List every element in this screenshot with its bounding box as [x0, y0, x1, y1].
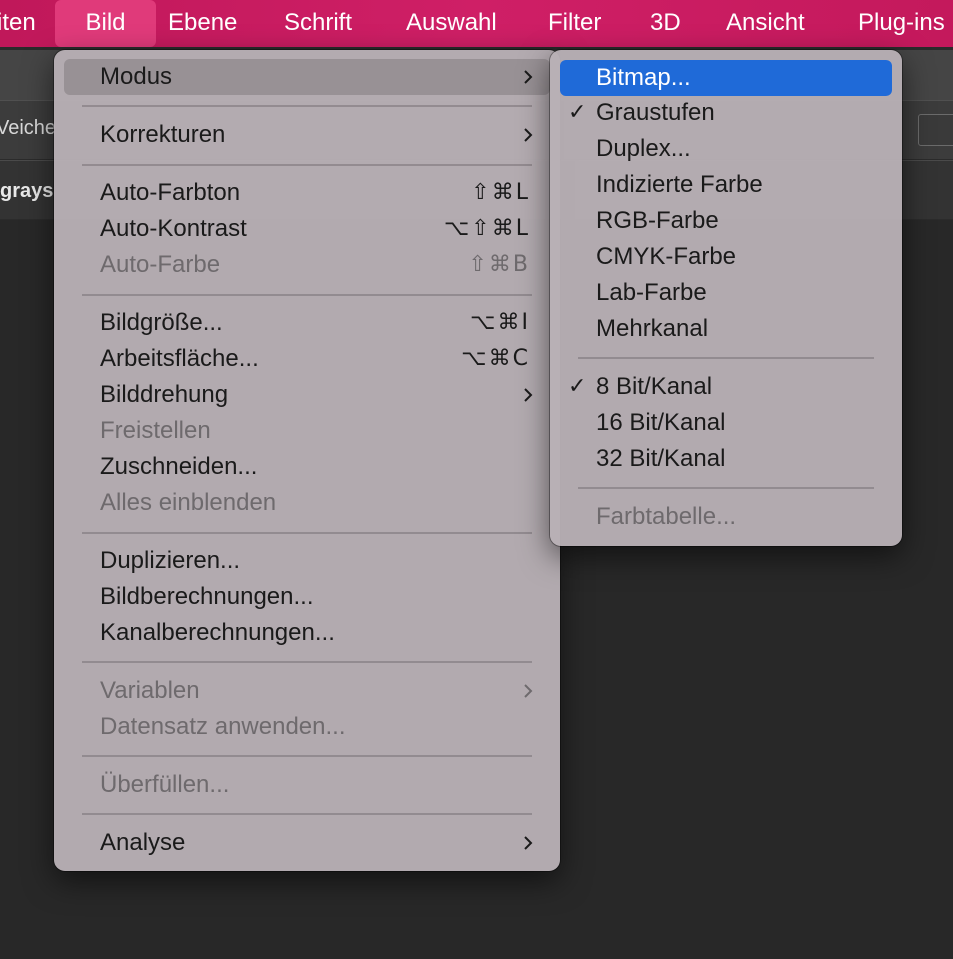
menu-item-label: Bitmap...: [596, 64, 691, 91]
document-tab[interactable]: grays: [0, 180, 53, 203]
menu-item-zuschneiden[interactable]: Zuschneiden...: [64, 449, 550, 485]
shortcut-label: ⌥⇧⌘L: [443, 216, 530, 241]
menu-item-label: Korrekturen: [100, 121, 226, 148]
menu-item-label: 8 Bit/Kanal: [596, 373, 713, 400]
menu-item-duplizieren[interactable]: Duplizieren...: [64, 543, 550, 579]
menu-separator: [578, 357, 874, 359]
menu-item-arbeitsflaeche[interactable]: Arbeitsfläche... ⌥⌘C: [64, 341, 550, 377]
menu-separator: [82, 661, 532, 663]
menu-separator: [82, 813, 532, 815]
menu-item-label: Überfüllen...: [100, 771, 230, 798]
menu-item-label: Arbeitsfläche...: [100, 345, 259, 372]
menu-item-lab-farbe[interactable]: Lab-Farbe: [560, 275, 892, 311]
menu-item-kanalberechnungen[interactable]: Kanalberechnungen...: [64, 615, 550, 651]
menu-bearbeiten[interactable]: iten: [0, 0, 36, 47]
menu-filter[interactable]: Filter: [548, 0, 601, 47]
menu-bar: iten Bild Ebene Schrift Auswahl Filter 3…: [0, 0, 953, 47]
menu-schrift[interactable]: Schrift: [284, 0, 352, 47]
menu-item-label: Mehrkanal: [596, 315, 709, 342]
menu-item-analyse[interactable]: Analyse: [64, 825, 550, 861]
menu-item-label: Farbtabelle...: [596, 503, 737, 530]
menu-plugins[interactable]: Plug-ins: [858, 0, 945, 47]
menu-item-rgb-farbe[interactable]: RGB-Farbe: [560, 203, 892, 239]
menu-item-label: Alles einblenden: [100, 489, 277, 516]
checkmark-icon: ✓: [568, 374, 587, 399]
menu-separator: [82, 532, 532, 534]
menu-separator: [82, 164, 532, 166]
menu-item-label: CMYK-Farbe: [596, 243, 737, 270]
menu-item-korrekturen[interactable]: Korrekturen: [64, 117, 550, 153]
menu-ansicht[interactable]: Ansicht: [726, 0, 805, 47]
menu-item-label: Bildberechnungen...: [100, 583, 314, 610]
menu-separator: [578, 487, 874, 489]
menu-item-bitmap[interactable]: Bitmap...: [560, 60, 892, 96]
menu-item-label: Freistellen: [100, 417, 211, 444]
menu-auswahl[interactable]: Auswahl: [406, 0, 497, 47]
menu-item-label: Bilddrehung: [100, 381, 229, 408]
menu-item-label: Datensatz anwenden...: [100, 713, 346, 740]
chevron-right-icon: [524, 684, 533, 698]
menu-item-mehrkanal[interactable]: Mehrkanal: [560, 311, 892, 347]
menu-item-label: Indizierte Farbe: [596, 171, 763, 198]
menu-item-bildgroesse[interactable]: Bildgröße... ⌥⌘I: [64, 305, 550, 341]
menu-item-label: Zuschneiden...: [100, 453, 258, 480]
menu-item-bildberechnungen[interactable]: Bildberechnungen...: [64, 579, 550, 615]
menu-separator: [82, 105, 532, 107]
menu-separator: [82, 755, 532, 757]
menu-item-label: Auto-Farbe: [100, 251, 221, 278]
menu-item-farbtabelle: Farbtabelle...: [560, 499, 892, 535]
menu-item-label: Bildgröße...: [100, 309, 223, 336]
shortcut-label: ⇧⌘L: [471, 180, 530, 205]
menu-item-auto-farbe: Auto-Farbe ⇧⌘B: [64, 247, 550, 283]
menu-item-16-bit[interactable]: 16 Bit/Kanal: [560, 405, 892, 441]
menu-3d[interactable]: 3D: [650, 0, 681, 47]
chevron-right-icon: [524, 836, 533, 850]
menu-ebene[interactable]: Ebene: [168, 0, 237, 47]
checkmark-icon: ✓: [568, 100, 587, 125]
shortcut-label: ⌥⌘C: [461, 346, 530, 371]
menu-item-label: Modus: [100, 63, 173, 90]
menu-item-32-bit[interactable]: 32 Bit/Kanal: [560, 441, 892, 477]
menu-item-label: 16 Bit/Kanal: [596, 409, 726, 436]
menu-bild[interactable]: Bild: [55, 0, 156, 47]
menu-item-label: Lab-Farbe: [596, 279, 707, 306]
chevron-right-icon: [524, 70, 533, 84]
menu-item-label: Auto-Kontrast: [100, 215, 247, 242]
menu-item-label: Kanalberechnungen...: [100, 619, 335, 646]
menu-item-freistellen: Freistellen: [64, 413, 550, 449]
chevron-right-icon: [524, 128, 533, 142]
menu-item-8-bit[interactable]: ✓ 8 Bit/Kanal: [560, 369, 892, 405]
menu-item-variablen: Variablen: [64, 673, 550, 709]
chevron-right-icon: [524, 388, 533, 402]
menu-item-label: Duplizieren...: [100, 547, 241, 574]
modus-submenu: Bitmap... ✓ Graustufen Duplex... Indizie…: [550, 50, 902, 546]
menu-item-indizierte-farbe[interactable]: Indizierte Farbe: [560, 167, 892, 203]
options-label: Veiche: [0, 117, 57, 139]
menu-item-modus[interactable]: Modus: [64, 59, 550, 95]
menu-separator: [82, 294, 532, 296]
menu-item-graustufen[interactable]: ✓ Graustufen: [560, 95, 892, 131]
menu-item-bilddrehung[interactable]: Bilddrehung: [64, 377, 550, 413]
menu-item-cmyk-farbe[interactable]: CMYK-Farbe: [560, 239, 892, 275]
shortcut-label: ⇧⌘B: [468, 252, 530, 277]
menu-item-label: 32 Bit/Kanal: [596, 445, 726, 472]
menu-item-datensatz-anwenden: Datensatz anwenden...: [64, 709, 550, 745]
menu-item-auto-kontrast[interactable]: Auto-Kontrast ⌥⇧⌘L: [64, 211, 550, 247]
menu-item-ueberfuellen: Überfüllen...: [64, 767, 550, 803]
menu-item-label: Analyse: [100, 829, 186, 856]
menu-item-auto-farbton[interactable]: Auto-Farbton ⇧⌘L: [64, 175, 550, 211]
menu-item-label: Graustufen: [596, 99, 715, 126]
menu-item-label: Variablen: [100, 677, 200, 704]
menu-item-label: RGB-Farbe: [596, 207, 719, 234]
menu-item-label: Auto-Farbton: [100, 179, 241, 206]
menu-item-alles-einblenden: Alles einblenden: [64, 485, 550, 521]
shortcut-label: ⌥⌘I: [470, 310, 530, 335]
bild-menu: Modus Korrekturen Auto-Farbton ⇧⌘L Auto-…: [54, 50, 560, 871]
menu-item-label: Duplex...: [596, 135, 691, 162]
menu-item-duplex[interactable]: Duplex...: [560, 131, 892, 167]
options-field[interactable]: [918, 114, 953, 146]
